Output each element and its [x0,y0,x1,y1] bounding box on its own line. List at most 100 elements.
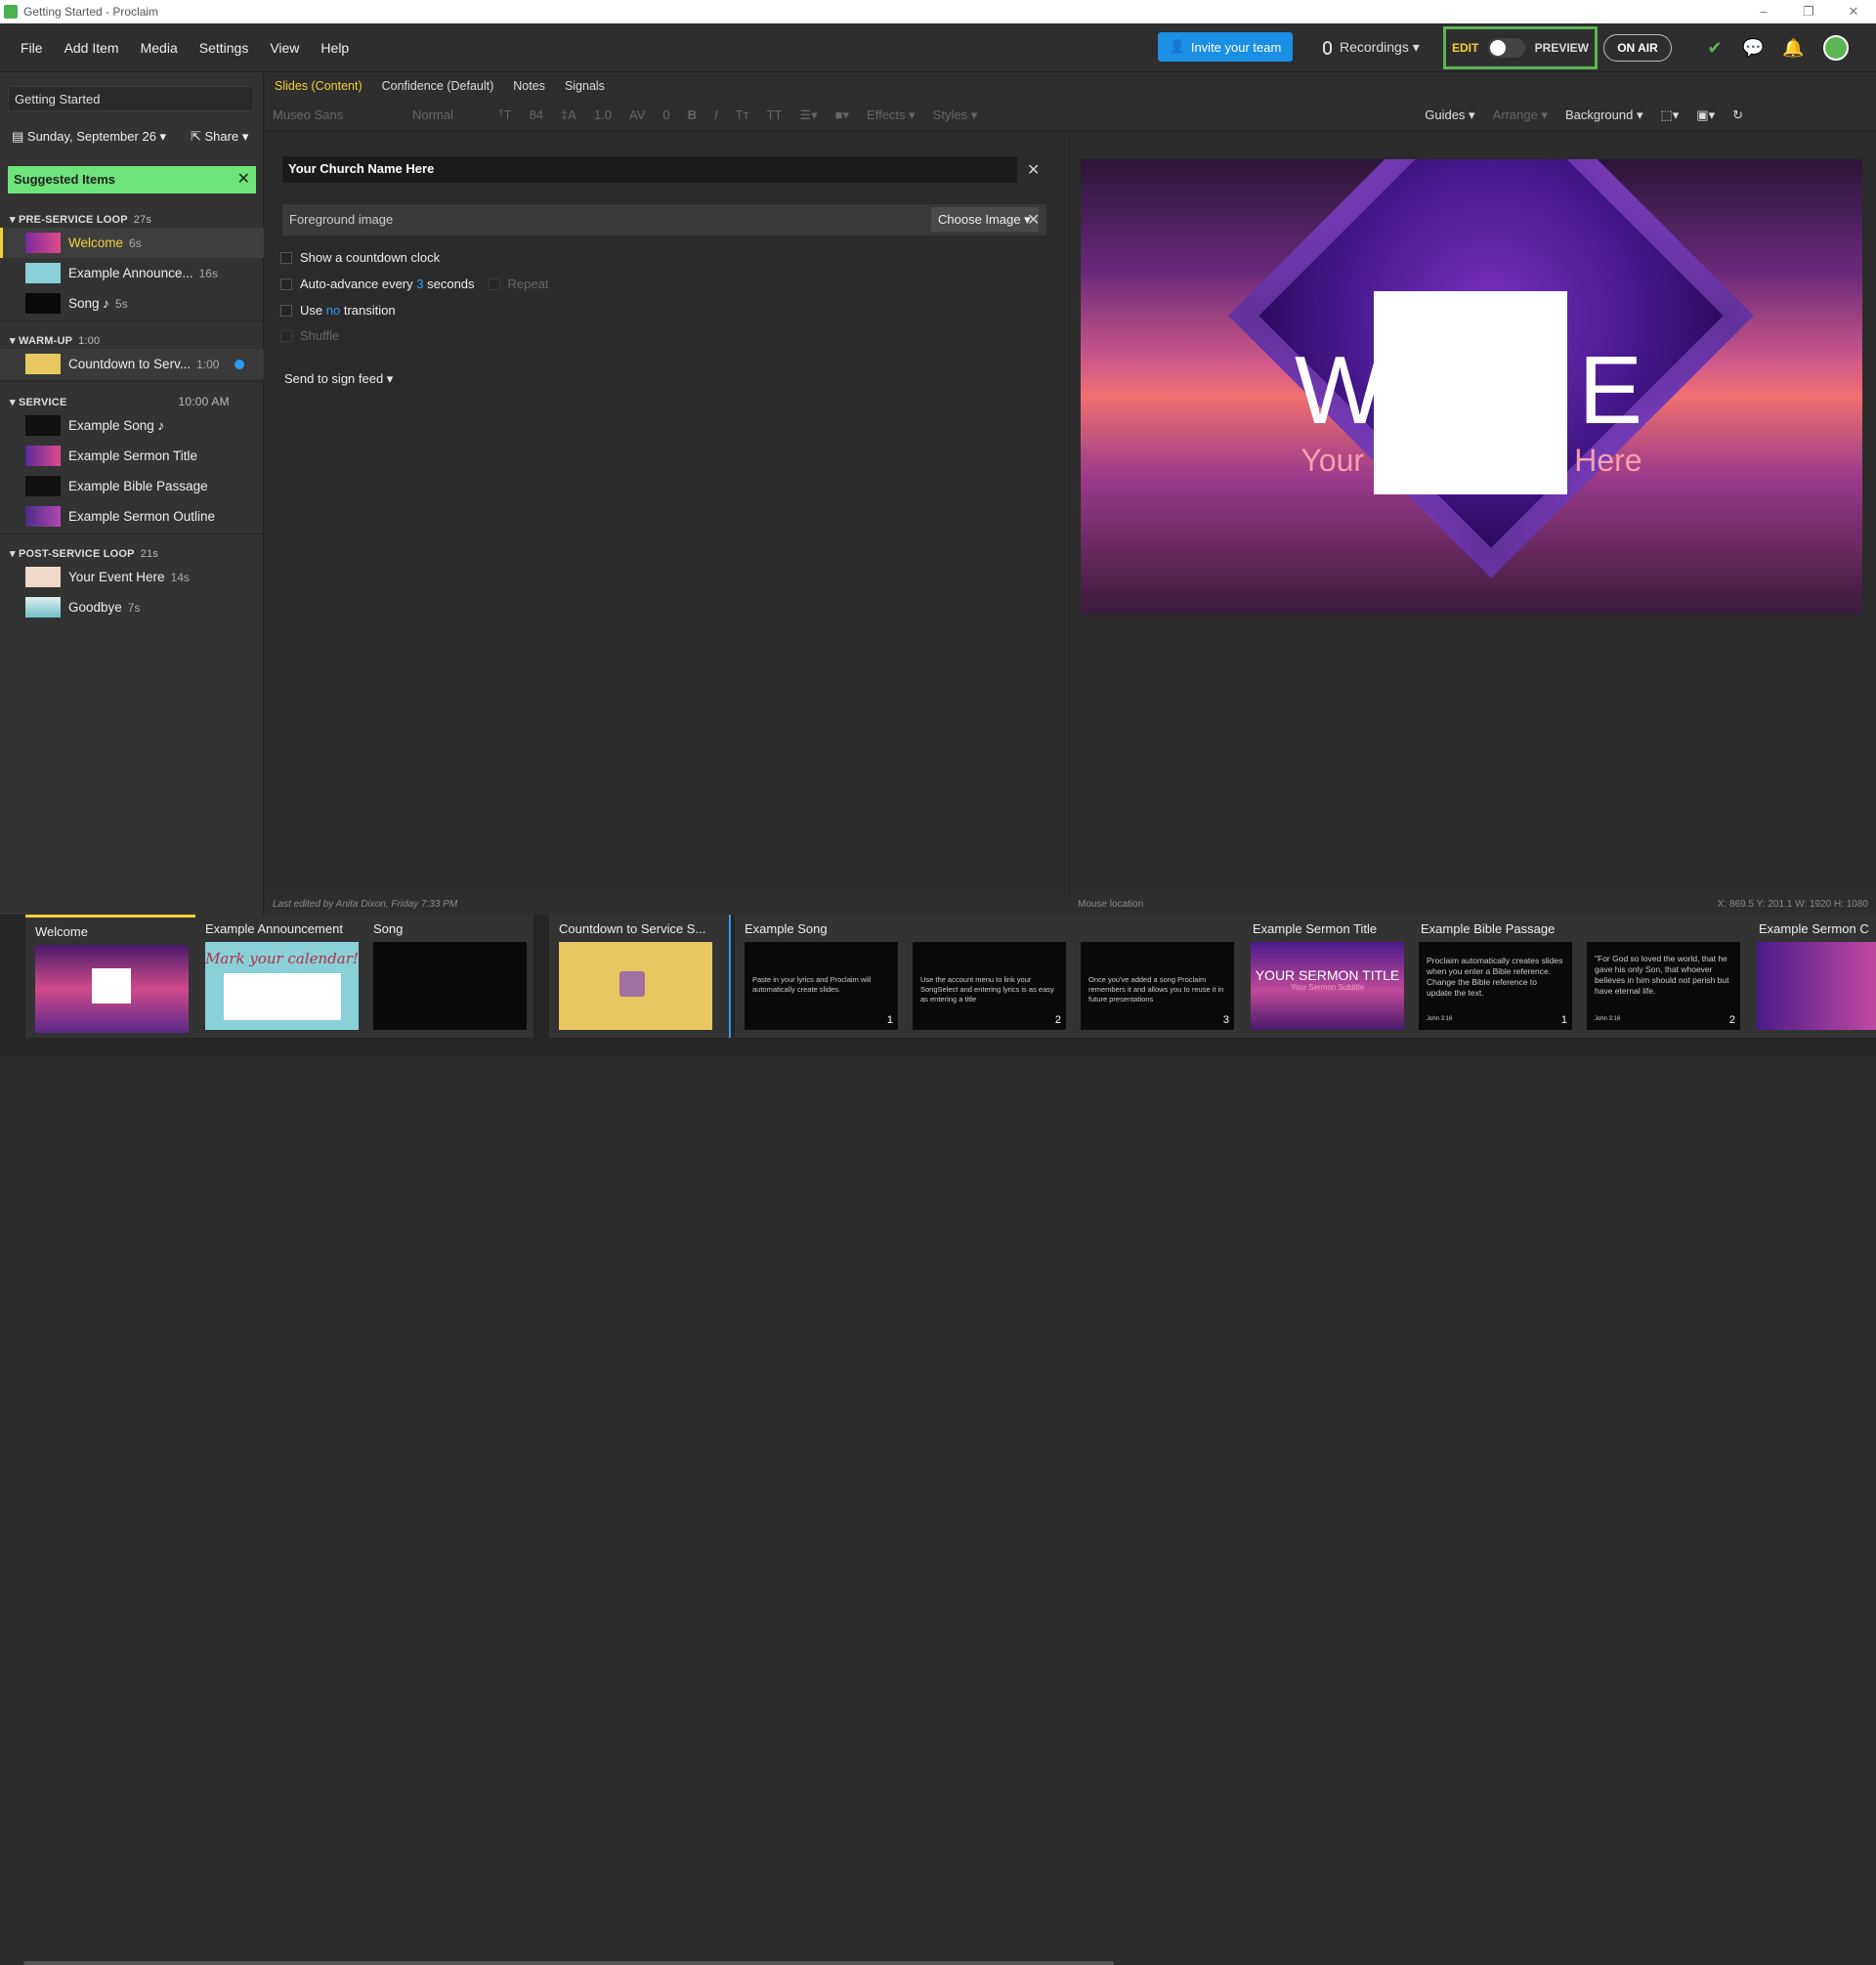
user-avatar[interactable] [1823,35,1849,61]
suggested-items-banner[interactable]: Suggested Items ✕ [8,166,256,193]
edit-preview-toggle[interactable]: EDIT PREVIEW [1443,26,1598,69]
text-box-icon[interactable]: ⬚▾ [1660,107,1679,123]
close-window-button[interactable]: ✕ [1831,4,1876,20]
shuffle-row[interactable]: Shuffle [280,328,339,343]
filmstrip-item-bible-passage[interactable]: Example Bible Passage Proclaim automatic… [1411,915,1749,1038]
list-item-your-event[interactable]: Your Event Here 14s [0,562,264,592]
font-size-input[interactable]: 84 [530,107,543,122]
menu-media[interactable]: Media [130,40,189,56]
letter-spacing-input[interactable]: 0 [662,107,669,122]
menu-settings[interactable]: Settings [189,40,260,56]
list-item-countdown[interactable]: Countdown to Serv... 1:00 [0,349,264,379]
slide-canvas[interactable]: WE ME Your Church Name Here [1081,159,1862,615]
item-duration: 1:00 [196,357,220,371]
choose-image-button[interactable]: Choose Image ▾ [931,207,1039,232]
check-circle-icon[interactable]: ✔ [1704,37,1726,59]
refresh-icon[interactable]: ↻ [1732,107,1743,123]
filmstrip-thumbnail [35,945,189,1033]
align-icon[interactable]: ☰▾ [799,107,817,123]
presentation-title-field[interactable]: Getting Started [8,86,254,111]
arrange-dropdown[interactable]: Arrange ▾ [1493,107,1548,123]
send-to-sign-feed-dropdown[interactable]: Send to sign feed ▾ [284,371,393,387]
filmstrip-item-sermon-outline[interactable]: Example Sermon C [1749,915,1876,1038]
section-warm-up[interactable]: ▾ WARM-UP 1:00 [0,334,264,347]
filmstrip-item-announcement[interactable]: Example Announcement Mark your calendar! [195,915,363,1038]
bell-icon[interactable]: 🔔 [1782,37,1804,59]
color-swatch-icon[interactable]: ■▾ [835,107,849,123]
filmstrip-scrollbar[interactable] [23,1961,1114,1965]
list-item-sermon-outline[interactable]: Example Sermon Outline [0,501,264,532]
share-dropdown[interactable]: ⇱ Share ▾ [191,129,248,145]
countdown-checkbox[interactable] [280,251,292,264]
line-height-input[interactable]: 1.0 [594,107,612,122]
filmstrip-item-sermon-title[interactable]: Example Sermon Title YOUR SERMON TITLE Y… [1243,915,1411,1038]
font-weight-select[interactable]: Normal [412,107,481,122]
section-post-service-loop[interactable]: ▾ POST-SERVICE LOOP 21s [0,547,264,560]
tab-slides-content[interactable]: Slides (Content) [265,79,372,93]
proclaim-app-icon [4,5,18,19]
close-icon[interactable]: ✕ [1027,210,1040,230]
auto-advance-checkbox[interactable] [280,278,292,290]
uppercase-icon[interactable]: TT [767,107,783,122]
guides-dropdown[interactable]: Guides ▾ [1425,107,1474,123]
invite-team-button[interactable]: 👤 Invite your team [1158,32,1293,62]
service-date-label: Sunday, September 26 ▾ [26,129,167,144]
auto-advance-row[interactable]: Auto-advance every 3 seconds Repeat [280,277,548,291]
close-icon[interactable]: ✕ [1027,160,1040,180]
status-bar: Last edited by Anita Dixon, Friday 7:33 … [265,895,1876,915]
list-item-example-song[interactable]: Example Song ♪ [0,410,264,441]
thumb-text: Proclaim automatically creates slides wh… [1427,956,1563,999]
close-icon[interactable]: ✕ [237,169,250,189]
service-date-dropdown[interactable]: ▤ Sunday, September 26 ▾ [12,129,166,145]
transition-type-link[interactable]: no [326,303,340,318]
item-label: Welcome [68,235,124,250]
list-item-announcement[interactable]: Example Announce... 16s [0,258,264,288]
chat-icon[interactable]: 💬 [1742,37,1764,59]
section-service[interactable]: ▾ SERVICE 10:00 AM [0,395,264,408]
minimize-button[interactable]: – [1741,4,1786,20]
thumb-text: Paste in your lyrics and Proclaim will a… [752,975,872,994]
menu-add-item[interactable]: Add Item [54,40,130,56]
invite-team-label: Invite your team [1190,39,1282,55]
list-item-goodbye[interactable]: Goodbye 7s [0,592,264,622]
list-item-sermon-title[interactable]: Example Sermon Title [0,441,264,471]
font-family-select[interactable]: Museo Sans [273,107,395,122]
background-dropdown[interactable]: Background ▾ [1565,107,1643,123]
list-item-song[interactable]: Song ♪ 5s [0,288,264,319]
title-case-icon[interactable]: Tт [736,107,749,122]
list-item-bible-passage[interactable]: Example Bible Passage [0,471,264,501]
italic-icon[interactable]: I [714,107,718,122]
countdown-checkbox-row[interactable]: Show a countdown clock [280,250,440,265]
transition-row[interactable]: Use no transition [280,303,396,318]
item-thumbnail [25,567,61,587]
on-air-button[interactable]: ON AIR [1603,34,1672,62]
tab-confidence[interactable]: Confidence (Default) [372,79,504,93]
bold-icon[interactable]: B [688,107,697,122]
tab-notes[interactable]: Notes [503,79,555,93]
auto-advance-seconds[interactable]: 3 [416,277,423,291]
menu-view[interactable]: View [259,40,310,56]
font-size-icon: ᵀT [498,107,512,122]
mode-toggle-switch[interactable] [1488,38,1525,58]
item-thumbnail [25,597,61,618]
maximize-button[interactable]: ❐ [1786,4,1831,20]
effects-dropdown[interactable]: Effects ▾ [867,107,916,123]
tab-signals[interactable]: Signals [555,79,615,93]
filmstrip-item-welcome[interactable]: Welcome [25,915,195,1038]
list-item-welcome[interactable]: Welcome 6s [0,228,264,258]
shuffle-checkbox[interactable] [280,329,292,342]
menu-file[interactable]: File [10,40,54,56]
recordings-dropdown[interactable]: Recordings ▾ [1323,39,1420,56]
transition-checkbox[interactable] [280,304,292,317]
item-label: Example Announce... [68,266,193,280]
filmstrip-item-song[interactable]: Song [363,915,533,1038]
foreground-image-placeholder[interactable] [1374,291,1567,494]
filmstrip-item-countdown[interactable]: Countdown to Service S... [549,915,731,1038]
filmstrip-item-example-song[interactable]: Example Song Paste in your lyrics and Pr… [735,915,1243,1038]
styles-dropdown[interactable]: Styles ▾ [933,107,978,123]
section-pre-service-loop[interactable]: ▾ PRE-SERVICE LOOP 27s [0,213,264,226]
church-name-input[interactable]: Your Church Name Here [282,156,1017,183]
menu-help[interactable]: Help [310,40,360,56]
image-icon[interactable]: ▣▾ [1696,107,1715,123]
repeat-checkbox[interactable] [488,278,500,290]
